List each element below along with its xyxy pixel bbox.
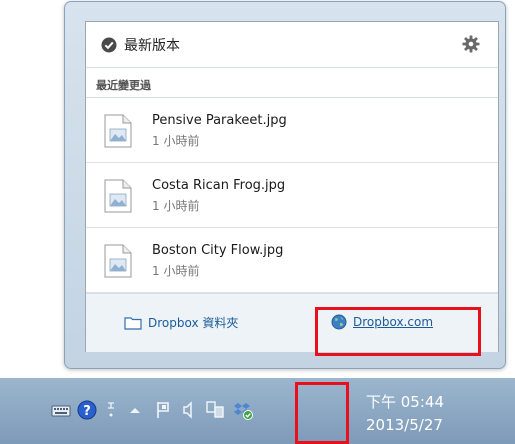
taskbar-clock-date[interactable]: 2013/5/27 [366, 416, 443, 434]
taskbar-clock-time[interactable]: 下午 05:44 [366, 391, 444, 412]
status-text: 最新版本 [124, 38, 180, 54]
highlight-box [315, 307, 481, 356]
file-item[interactable]: Costa Rican Frog.jpg 1 小時前 [86, 163, 498, 228]
speaker-icon[interactable] [178, 399, 200, 421]
action-center-flag-icon[interactable] [152, 399, 174, 421]
input-method-icon[interactable] [100, 399, 122, 421]
dropbox-folder-label: Dropbox 資料夾 [148, 316, 239, 330]
image-file-icon [104, 179, 132, 213]
help-icon[interactable]: ? [76, 399, 98, 421]
file-item[interactable]: Pensive Parakeet.jpg 1 小時前 [86, 98, 498, 163]
file-time: 1 小時前 [152, 199, 200, 213]
dropbox-folder-link[interactable]: Dropbox 資料夾 [124, 314, 238, 331]
taskbar: ? 下午 05:44 2013/5/27 [0, 378, 515, 444]
file-time: 1 小時前 [152, 134, 200, 148]
recent-changes-label: 最近變更過 [96, 79, 151, 92]
checkmark-icon [101, 37, 117, 53]
file-name: Pensive Parakeet.jpg [152, 113, 287, 128]
dropbox-panel: 最新版本 最近變更過 Pensive Parakeet.jpg 1 小時前 Co… [85, 21, 499, 352]
image-file-icon [104, 244, 132, 278]
file-name: Boston City Flow.jpg [152, 243, 284, 258]
file-time: 1 小時前 [152, 264, 200, 278]
image-file-icon [104, 114, 132, 148]
folder-icon [124, 316, 142, 330]
highlight-box [295, 382, 349, 444]
status-header: 最新版本 [86, 22, 498, 68]
keyboard-icon[interactable] [50, 399, 72, 421]
file-name: Costa Rican Frog.jpg [152, 178, 286, 193]
dropbox-tray-icon[interactable] [232, 399, 254, 421]
gear-icon[interactable] [462, 35, 480, 53]
network-icon[interactable] [204, 399, 226, 421]
chevron-up-icon[interactable] [124, 399, 146, 421]
file-item[interactable]: Boston City Flow.jpg 1 小時前 [86, 228, 498, 293]
svg-text:?: ? [83, 404, 91, 419]
